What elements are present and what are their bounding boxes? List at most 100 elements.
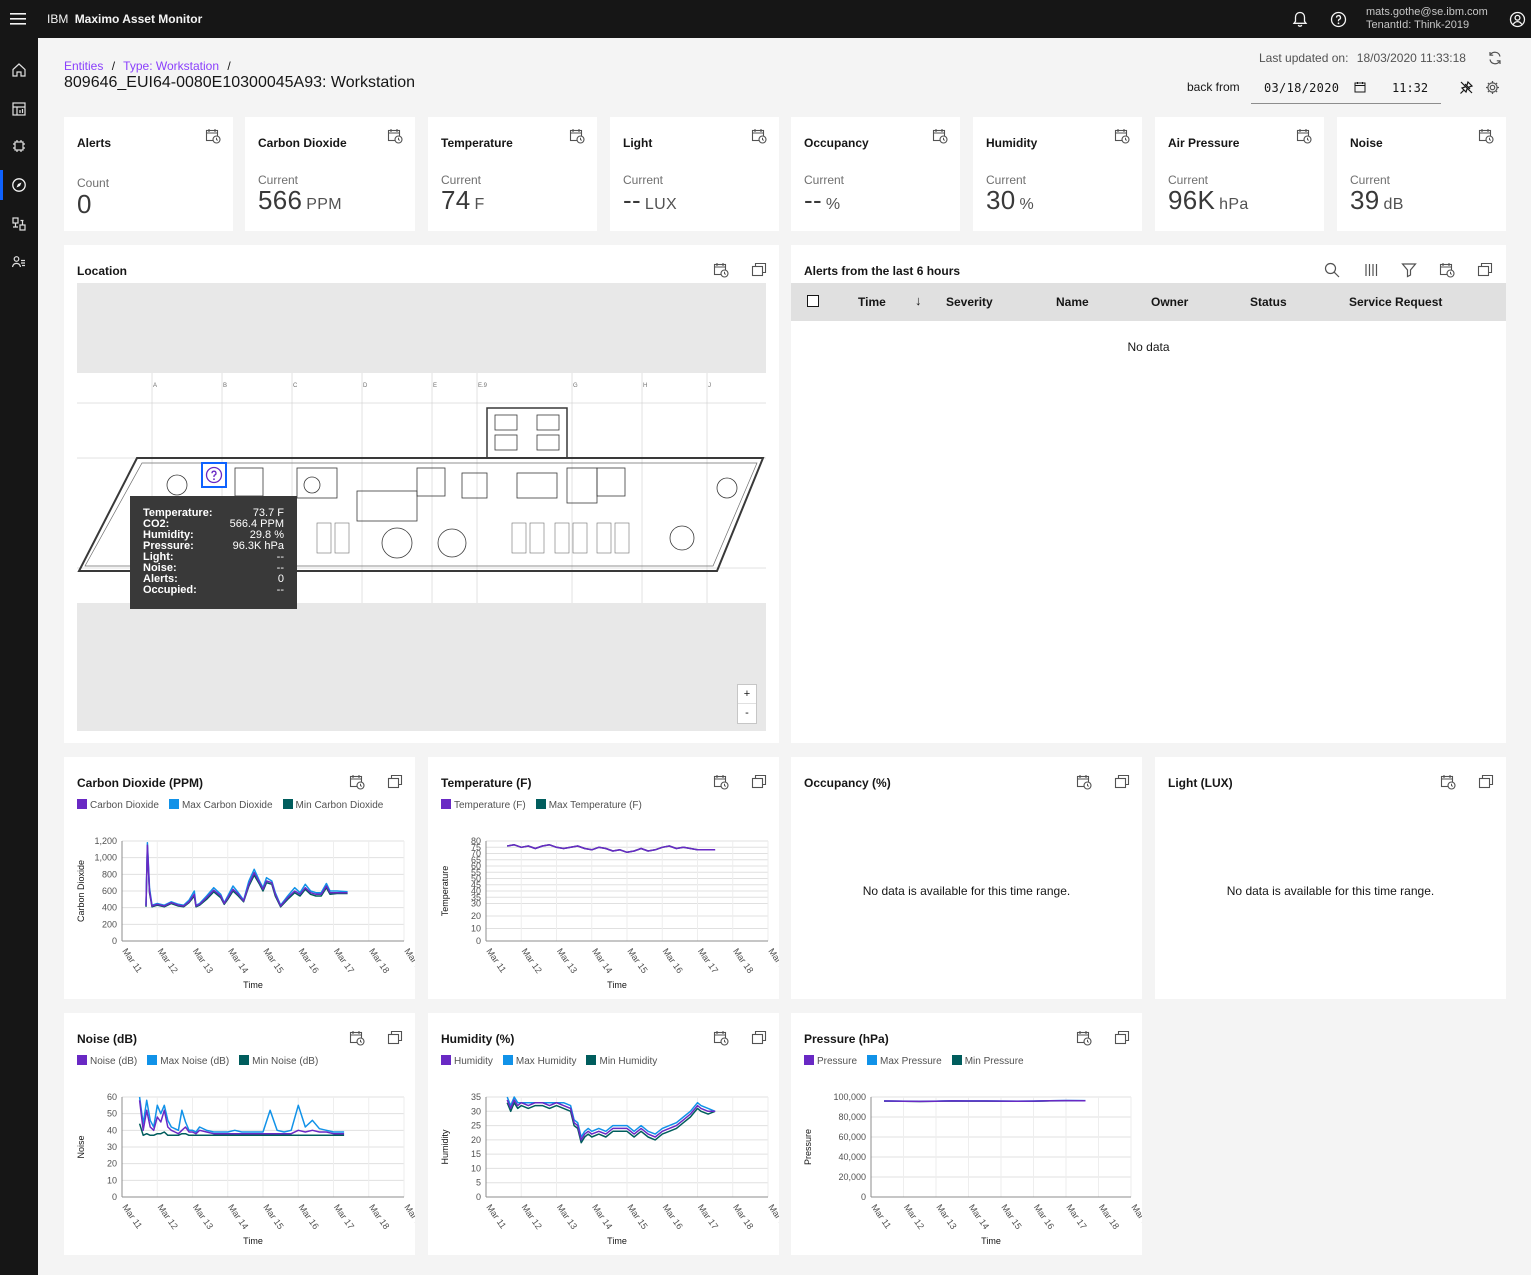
y-tick-label: 0 [476, 1192, 481, 1202]
y-tick-label: 20 [471, 1135, 481, 1145]
x-tick-label: Mar 15 [999, 1202, 1023, 1231]
time-settings-icon[interactable] [932, 128, 950, 146]
time-settings-icon[interactable] [1478, 128, 1496, 146]
x-tick-label: Mar 16 [661, 946, 685, 975]
col-header-owner[interactable]: Owner [1151, 295, 1188, 309]
co2-line-chart: 0 200 400 600 800 1,000 1,200 Mar 11 Mar 12 Mar 1… [76, 836, 415, 990]
x-tick-label: Mar 11 [120, 1202, 144, 1230]
help-icon[interactable] [1328, 9, 1348, 29]
series-line-temperature-f- [507, 844, 716, 854]
x-tick-label: Mar 18 [367, 946, 391, 975]
kpi-card-humidity: Humidity Current 30% [973, 117, 1142, 231]
time-settings-icon[interactable] [205, 128, 223, 146]
svg-text:G: G [573, 383, 578, 389]
col-header-service-request[interactable]: Service Request [1349, 295, 1442, 309]
date-value: 03/18/2020 [1264, 81, 1340, 95]
zoom-out-button[interactable]: - [738, 704, 756, 723]
filter-icon[interactable] [1401, 262, 1419, 280]
x-tick-label: Mar 12 [156, 946, 180, 975]
page-title: 809646_EUI64-0080E10300045A93: Workstati… [64, 74, 416, 91]
time-settings-icon[interactable] [1114, 128, 1132, 146]
time-settings-icon[interactable] [1439, 262, 1457, 280]
home-icon[interactable] [0, 58, 38, 82]
kpi-value-number: 566 [258, 185, 303, 215]
expand-icon[interactable] [1114, 774, 1132, 792]
y-tick-label: 1,200 [94, 836, 117, 846]
y-axis-label: Humidity [440, 1129, 450, 1165]
floor-plan-map[interactable]: ABCD E E.9 G H J Temperature: 73.7 F CO2… [77, 283, 766, 731]
expand-icon[interactable] [1477, 262, 1495, 280]
user-info[interactable]: mats.gothe@se.ibm.com TenantId: Think-20… [1366, 6, 1488, 32]
columns-icon[interactable] [1363, 262, 1381, 280]
time-settings-icon[interactable] [1440, 774, 1458, 792]
tooltip-row: Occupied: -- [143, 585, 284, 596]
y-tick-label: 100,000 [833, 1092, 866, 1102]
entity-types-icon[interactable] [0, 212, 38, 236]
y-tick-label: 400 [102, 903, 117, 913]
kpi-value: -- LUX [623, 185, 677, 216]
breadcrumb-link-type[interactable]: Type: Workstation [123, 59, 219, 73]
app-brand[interactable]: IBM Maximo Asset Monitor [47, 12, 202, 26]
x-axis-label: Time [243, 980, 263, 990]
users-icon[interactable] [0, 250, 38, 274]
table-header: Time ↓ Severity Name Owner Status Servic… [791, 283, 1506, 321]
pressure-chart-card: Pressure (hPa) Pressure Max Pressure Min P… [791, 1013, 1142, 1255]
x-tick-label: Mar 14 [590, 946, 614, 975]
col-header-severity[interactable]: Severity [946, 295, 993, 309]
settings-gear-icon[interactable] [1483, 78, 1501, 96]
series-line-noise-db- [138, 1100, 345, 1135]
time-settings-icon[interactable] [1296, 128, 1314, 146]
user-avatar-icon[interactable] [1507, 9, 1527, 29]
left-nav-rail [0, 38, 38, 1275]
calendar-icon[interactable] [1353, 80, 1367, 94]
col-header-status[interactable]: Status [1250, 295, 1287, 309]
zoom-in-button[interactable]: + [738, 685, 756, 704]
monitor-compass-icon[interactable] [0, 173, 38, 197]
svg-text:B: B [223, 383, 227, 389]
time-picker[interactable]: 11:32 [1379, 72, 1441, 104]
x-tick-label: Mar 11 [869, 1202, 893, 1230]
y-tick-label: 10 [471, 924, 481, 934]
x-tick-label: Mar 19 [402, 1202, 415, 1231]
sensor-marker[interactable] [201, 462, 227, 488]
last-updated-label: Last updated on: [1259, 51, 1349, 65]
breadcrumb-link-entities[interactable]: Entities [64, 59, 103, 73]
select-all-checkbox[interactable] [807, 295, 819, 307]
time-settings-icon[interactable] [569, 128, 587, 146]
menu-icon[interactable] [8, 9, 28, 29]
y-tick-label: 0 [112, 936, 117, 946]
date-picker[interactable]: 03/18/2020 [1251, 72, 1379, 104]
expand-icon[interactable] [1478, 774, 1496, 792]
sort-arrow-down-icon[interactable]: ↓ [915, 293, 922, 308]
notification-bell-icon[interactable] [1290, 9, 1310, 29]
time-settings-icon[interactable] [1076, 774, 1094, 792]
time-settings-icon[interactable] [751, 128, 769, 146]
expand-icon[interactable] [751, 262, 769, 280]
brand-product: Maximo Asset Monitor [74, 12, 203, 26]
x-tick-label: Mar 16 [1032, 1202, 1056, 1231]
kpi-unit: PPM [306, 196, 342, 213]
search-icon[interactable] [1324, 262, 1342, 280]
x-tick-label: Mar 19 [1129, 1202, 1142, 1231]
humidity-chart-card: Humidity (%) Humidity Max Humidity Min Hum… [428, 1013, 779, 1255]
devices-icon[interactable] [0, 134, 38, 158]
kpi-value: 39 dB [1350, 185, 1404, 216]
series-line-pressure [883, 1099, 1086, 1103]
col-header-name[interactable]: Name [1056, 295, 1089, 309]
series-line-max-noise-db- [138, 1096, 345, 1133]
pin-off-icon[interactable] [1457, 78, 1475, 96]
kpi-card-occupancy: Occupancy Current --% [791, 117, 960, 231]
x-tick-label: Mar 13 [555, 946, 579, 975]
time-settings-icon[interactable] [387, 128, 405, 146]
dashboard-icon[interactable] [0, 97, 38, 121]
y-tick-label: 10 [107, 1175, 117, 1185]
kpi-card-noise: Noise Current 39 dB [1337, 117, 1506, 231]
kpi-card-alerts: Alerts Count 0 [64, 117, 233, 231]
location-card: Location ABCD E E.9 G H J Temperature: 7… [64, 245, 779, 743]
col-header-time[interactable]: Time [858, 295, 886, 309]
y-tick-label: 50 [107, 1109, 117, 1119]
x-tick-label: Mar 18 [1097, 1202, 1121, 1231]
refresh-icon[interactable] [1486, 49, 1504, 67]
time-settings-icon[interactable] [713, 262, 731, 280]
kpi-value-number: 30 [986, 185, 1016, 215]
